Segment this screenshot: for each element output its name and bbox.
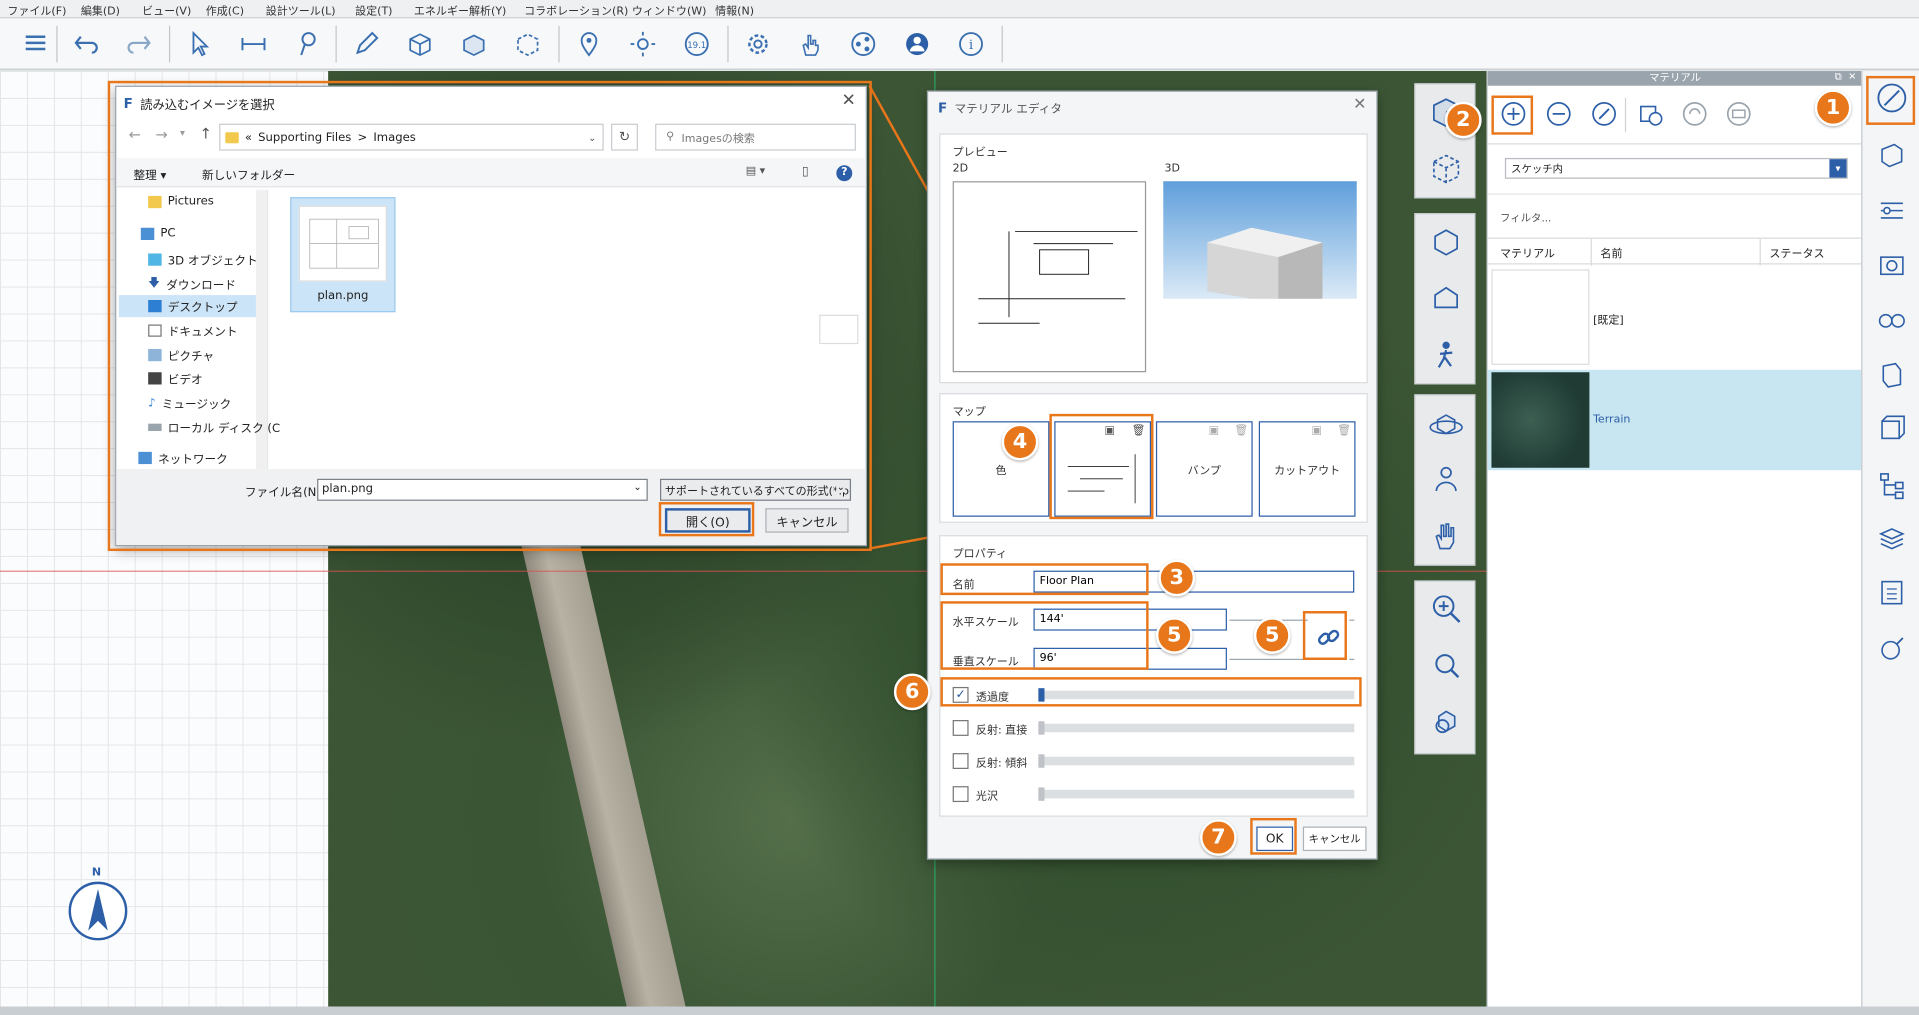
callout-open-button-frame	[658, 502, 755, 537]
step-badge-5b: 5	[1253, 617, 1291, 654]
preview-3d-image	[1163, 181, 1357, 304]
preview-2d-label: 2D	[952, 162, 969, 176]
layers-icon[interactable]	[1877, 140, 1906, 173]
column-header-status: ステータス	[1769, 248, 1825, 261]
callout-add-material-frame	[1491, 95, 1534, 135]
material-table-header: マテリアル 名前 ステータス	[1487, 237, 1863, 266]
save-icon[interactable]: ▣	[1209, 425, 1219, 437]
step-badge-6: 6	[893, 673, 931, 711]
trash-icon[interactable]: 🗑	[1234, 425, 1248, 437]
view-cube-iso-icon[interactable]	[1416, 141, 1477, 197]
camera-toolbar	[1414, 213, 1477, 385]
callout-map-slot-frame	[1049, 413, 1154, 520]
hierarchy-icon[interactable]	[1877, 470, 1906, 503]
material-swatch	[1491, 372, 1590, 468]
panel-toolbar	[1487, 86, 1863, 145]
step-badge-1: 1	[1814, 89, 1852, 127]
material-name: [既定]	[1593, 314, 1624, 327]
levels-icon[interactable]	[1877, 196, 1906, 229]
material-row-terrain[interactable]: Terrain	[1487, 369, 1863, 471]
pan-hand-icon[interactable]	[1416, 508, 1477, 564]
step-badge-2: 2	[1444, 101, 1482, 139]
step-badge-4: 4	[1001, 423, 1039, 461]
step-badge-7: 7	[1200, 819, 1237, 856]
material-row-default[interactable]: [既定]	[1488, 267, 1863, 367]
scope-dropdown[interactable]: スケッチ内 ▾	[1504, 157, 1848, 179]
app-logo-icon: F	[937, 99, 948, 116]
status-bar	[0, 1006, 1919, 1015]
map-slot-cutout[interactable]: ▣ 🗑 カットアウト	[1258, 421, 1356, 517]
callout-scale-frame	[940, 601, 1149, 670]
map-slot-bump[interactable]: ▣ 🗑 バンプ	[1155, 421, 1253, 517]
slider-thumb[interactable]	[1038, 787, 1045, 801]
view-cube-toolbar	[1414, 83, 1477, 199]
remove-material-icon[interactable]	[1545, 100, 1572, 131]
look-around-icon[interactable]	[1416, 452, 1477, 508]
column-header-material: マテリアル	[1500, 248, 1556, 261]
zoom-extents-icon[interactable]	[1416, 694, 1477, 750]
zoom-toolbar	[1414, 580, 1477, 755]
filter-input[interactable]: フィルタ...	[1500, 211, 1551, 225]
slider-label: 光沢	[975, 791, 998, 804]
right-tool-bar	[1861, 71, 1919, 1007]
step-badge-3: 3	[1158, 559, 1196, 597]
column-header-name: 名前	[1600, 248, 1623, 261]
camera-home-icon[interactable]	[1416, 271, 1477, 327]
slider-track[interactable]	[1038, 789, 1355, 799]
checkbox[interactable]	[952, 786, 969, 803]
callout-ok-frame	[1250, 817, 1297, 855]
callout-name-frame	[940, 563, 1149, 596]
snapshot-icon[interactable]	[1877, 250, 1906, 283]
close-icon[interactable]: ✕	[1848, 71, 1856, 82]
preview-label: プレビュー	[952, 146, 1008, 160]
checkbox[interactable]	[952, 753, 969, 769]
zoom-window-icon[interactable]	[1416, 638, 1477, 694]
slider-label: 反射: 傾斜	[975, 757, 1028, 771]
slider-thumb[interactable]	[1038, 721, 1045, 735]
step-badge-5: 5	[1155, 617, 1193, 654]
settings-list-icon[interactable]	[1877, 578, 1906, 611]
orbit-toolbar	[1414, 394, 1477, 566]
preview-2d-image	[952, 181, 1147, 373]
chevron-down-icon[interactable]: ▾	[1829, 159, 1847, 178]
orbit-icon[interactable]	[1416, 396, 1477, 452]
slider-track[interactable]	[1038, 723, 1355, 733]
callout-file-dialog-frame	[107, 80, 872, 552]
cancel-button[interactable]: キャンセル	[1302, 826, 1367, 852]
callout-transparency-frame	[940, 677, 1362, 707]
callout-material-tool-frame	[1866, 75, 1916, 125]
replace-icon[interactable]	[1681, 100, 1708, 131]
map-label: マップ	[952, 406, 986, 419]
slider-label: 反射: 直接	[975, 724, 1028, 738]
save-icon[interactable]: ▣	[1311, 425, 1321, 437]
glasses-icon[interactable]	[1877, 304, 1906, 337]
panel-title: マテリアル	[1487, 71, 1863, 86]
preview-3d-label: 3D	[1164, 162, 1180, 176]
plugin-icon[interactable]	[1877, 634, 1906, 667]
slider-thumb[interactable]	[1038, 754, 1045, 768]
zoom-in-icon[interactable]	[1416, 582, 1477, 638]
restore-icon[interactable]: ⧉	[1835, 71, 1842, 83]
trash-icon[interactable]: 🗑	[1337, 425, 1351, 437]
section-plane-icon[interactable]	[1877, 360, 1906, 393]
dialog-title: マテリアル エディタ	[954, 102, 1062, 117]
add-library-icon[interactable]	[1637, 100, 1664, 131]
preview-section: プレビュー 2D 3D	[939, 133, 1368, 384]
close-icon[interactable]: ✕	[1353, 96, 1366, 114]
style-box-icon[interactable]	[1877, 414, 1906, 447]
camera-front-icon[interactable]	[1416, 214, 1477, 270]
material-swatch	[1491, 269, 1590, 365]
material-panel: マテリアル ⧉ ✕ スケッチ内 ▾ フィルタ... マテリアル 名前 ステータス…	[1486, 71, 1863, 1007]
eyedropper-icon[interactable]	[1591, 100, 1618, 131]
slider-track[interactable]	[1038, 756, 1355, 766]
checkbox[interactable]	[952, 720, 969, 736]
properties-label: プロパティ	[952, 548, 1008, 561]
material-name: Terrain	[1593, 413, 1631, 427]
stack-icon[interactable]	[1877, 524, 1906, 557]
material-properties-icon[interactable]	[1725, 100, 1752, 131]
walk-icon[interactable]	[1416, 327, 1477, 383]
callout-link-frame	[1302, 611, 1347, 661]
